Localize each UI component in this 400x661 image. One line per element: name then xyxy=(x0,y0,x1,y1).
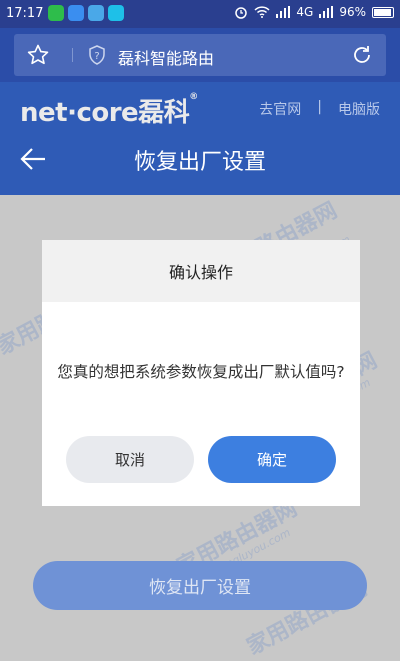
wechat-icon xyxy=(48,5,64,21)
link-official-site[interactable]: 去官网 xyxy=(259,99,301,119)
logo-text: net·core xyxy=(20,98,139,128)
link-desktop-version[interactable]: 电脑版 xyxy=(338,99,380,119)
site-header: net·core磊科® 去官网 | 电脑版 恢复出厂设置 xyxy=(0,82,400,195)
battery-percent: 96% xyxy=(339,5,366,19)
confirm-dialog: 确认操作 您真的想把系统参数恢复成出厂默认值吗? 取消 确定 xyxy=(42,240,360,506)
status-bar: 17:17 4G 96% xyxy=(0,0,400,28)
app-cyan-icon xyxy=(108,5,124,21)
alarm-icon xyxy=(235,7,248,19)
app-scan-icon xyxy=(88,5,104,21)
netcore-logo: net·core磊科® xyxy=(20,92,198,128)
header-links: 去官网 | 电脑版 xyxy=(259,99,380,119)
svg-text:?: ? xyxy=(94,51,99,62)
dialog-title: 确认操作 xyxy=(42,240,360,302)
browser-toolbar: ? 磊科智能路由 xyxy=(0,28,400,82)
url-bar[interactable]: ? 磊科智能路由 xyxy=(14,34,386,76)
battery-icon xyxy=(372,6,394,18)
reload-icon[interactable] xyxy=(350,43,374,67)
network-type: 4G xyxy=(296,5,314,19)
factory-reset-button[interactable]: 恢复出厂设置 xyxy=(33,561,367,610)
link-separator: | xyxy=(317,99,322,115)
page-url-title[interactable]: 磊科智能路由 xyxy=(118,45,214,69)
shield-icon[interactable]: ? xyxy=(88,45,106,65)
signal-icon xyxy=(276,6,291,18)
signal-icon-2 xyxy=(319,6,334,18)
star-icon[interactable] xyxy=(26,43,50,67)
page-title: 恢复出厂设置 xyxy=(133,150,266,175)
logo-cn: 磊科 xyxy=(138,98,190,128)
confirm-button[interactable]: 确定 xyxy=(208,436,336,483)
notification-icons xyxy=(48,5,124,21)
url-divider xyxy=(72,48,73,62)
status-time: 17:17 xyxy=(6,6,44,21)
dialog-message: 您真的想把系统参数恢复成出厂默认值吗? xyxy=(57,363,345,381)
status-right: 4G 96% xyxy=(234,5,394,19)
app-blue-icon xyxy=(68,5,84,21)
wifi-icon xyxy=(254,6,270,18)
cancel-button[interactable]: 取消 xyxy=(66,436,194,483)
